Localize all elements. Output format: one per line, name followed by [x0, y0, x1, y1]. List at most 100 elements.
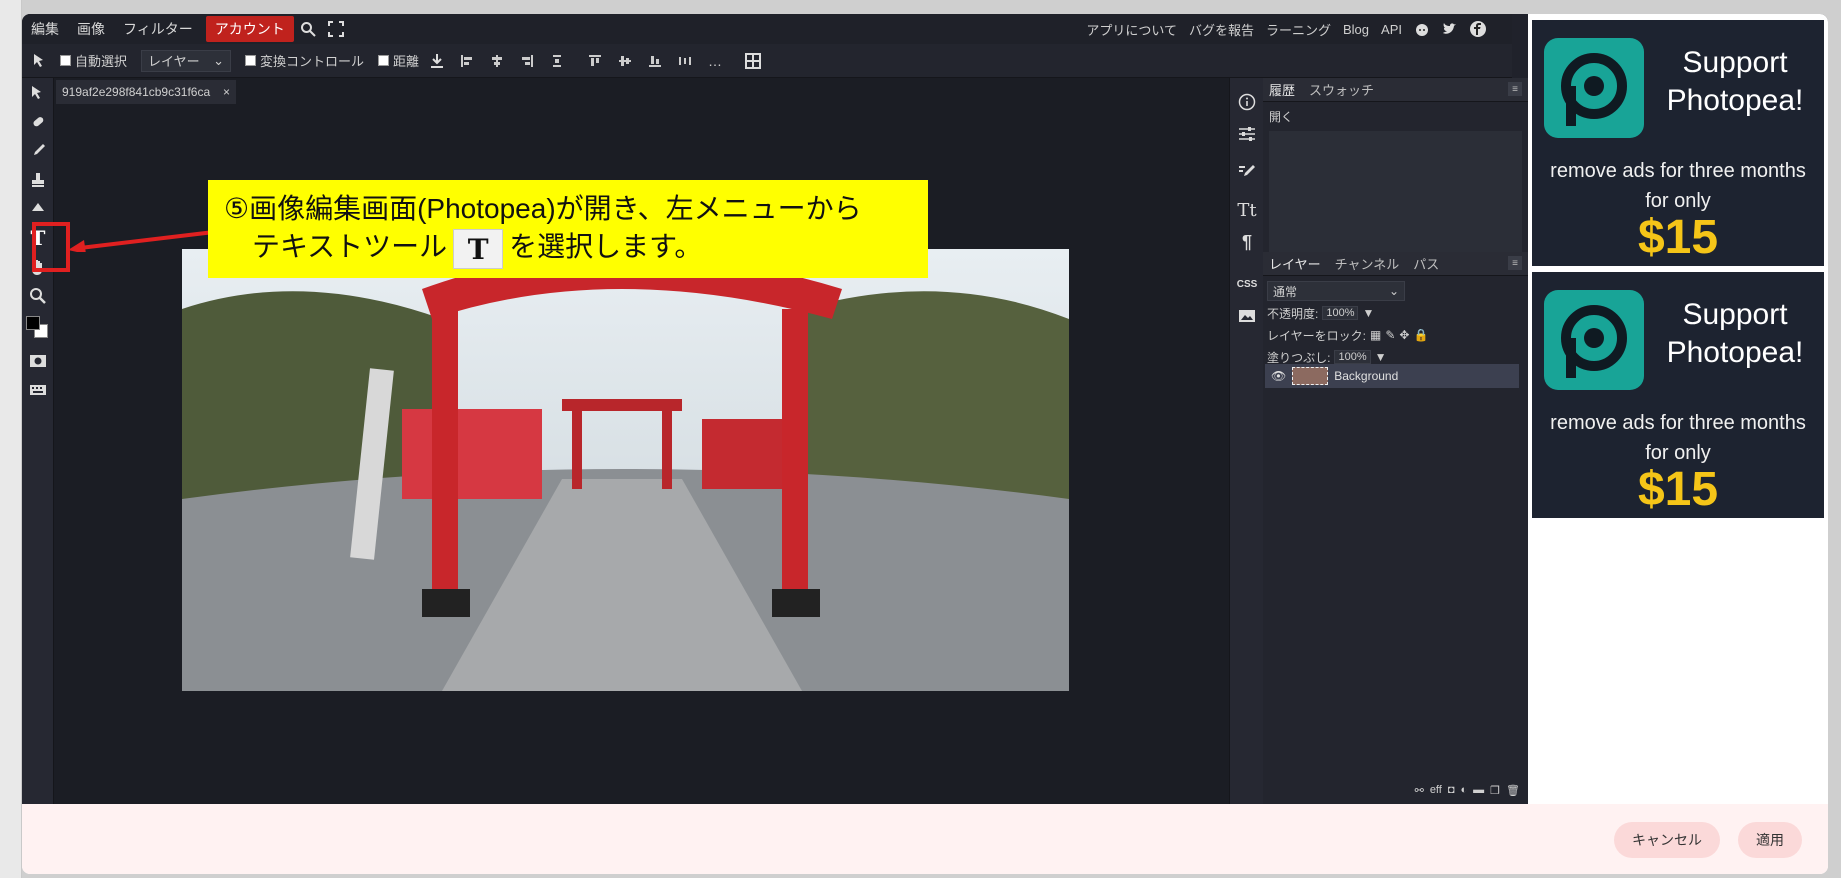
opacity-value[interactable]: 100%	[1322, 306, 1359, 320]
history-item-open[interactable]: 開く	[1269, 108, 1522, 125]
auto-select-checkbox[interactable]: 自動選択	[60, 51, 127, 70]
mask-icon[interactable]: ◘	[1448, 784, 1455, 796]
layer-thumbnail	[1292, 367, 1329, 385]
modal-footer	[22, 804, 1828, 874]
transform-controls-checkbox[interactable]: 変換コントロール	[245, 51, 364, 70]
menu-edit[interactable]: 編集	[22, 16, 68, 42]
ad-title: Support Photopea!	[1666, 298, 1804, 369]
lock-move-icon[interactable]: ✥	[1399, 328, 1409, 342]
menu-bar: 編集 画像 フィルター アカウント アプリについて バグを報告 ラーニング Bl…	[22, 14, 1512, 44]
menu-right-links: アプリについて バグを報告 ラーニング Blog API	[1080, 14, 1492, 44]
ad-banner[interactable]: Support Photopea! remove ads for three m…	[1532, 272, 1824, 518]
align-right-icon[interactable]	[515, 49, 539, 73]
tab-swatches[interactable]: スウォッチ	[1309, 80, 1374, 99]
link-api[interactable]: API	[1375, 16, 1408, 42]
zoom-tool-icon[interactable]	[22, 281, 54, 310]
ad-banner[interactable]: Support Photopea! remove ads for three m…	[1532, 20, 1824, 266]
tab-paths[interactable]: パス	[1413, 254, 1439, 273]
healing-brush-icon[interactable]	[22, 107, 54, 136]
character-icon[interactable]: Tt	[1230, 194, 1264, 226]
callout-line-2-before: テキストツール	[252, 231, 448, 262]
tool-options-bar: 自動選択 レイヤー ⌄ 変換コントロール 距離 …	[22, 44, 1512, 78]
close-tab-icon[interactable]: ×	[223, 85, 230, 99]
text-tool-chip-icon: T	[453, 228, 504, 269]
download-icon[interactable]	[425, 49, 449, 73]
fill-tool-icon[interactable]	[22, 194, 54, 223]
twitter-icon[interactable]	[1436, 16, 1464, 42]
history-list-area	[1269, 131, 1522, 259]
menu-image[interactable]: 画像	[68, 16, 114, 42]
left-toolbar: T	[22, 78, 54, 804]
info-icon[interactable]	[1230, 86, 1264, 118]
document-tab[interactable]: 919af2e298f841cb9c31f6ca ×	[56, 80, 236, 104]
distribute-horizontal-icon[interactable]	[673, 49, 697, 73]
eye-icon[interactable]: 👁	[1271, 369, 1286, 383]
tab-channels[interactable]: チャンネル	[1335, 254, 1400, 273]
link-learning[interactable]: ラーニング	[1260, 16, 1337, 42]
right-panels: 履歴 スウォッチ ≡ 開く レイヤー チャンネル パス ≡ 通常 ⌄ 不透明度: …	[1263, 78, 1528, 804]
menu-filter[interactable]: フィルター	[114, 16, 202, 42]
apply-button[interactable]: 適用	[1738, 822, 1802, 858]
effects-button[interactable]: eff	[1430, 784, 1442, 796]
layer-select-dropdown[interactable]: レイヤー ⌄	[141, 49, 232, 72]
history-menu-icon[interactable]: ≡	[1508, 82, 1522, 96]
align-top-icon[interactable]	[583, 49, 607, 73]
blend-mode-select[interactable]: 通常 ⌄	[1267, 281, 1405, 301]
ad-subtitle: remove ads for three months for only	[1550, 412, 1806, 464]
layer-list: 👁 Background	[1263, 364, 1521, 722]
distribute-icon[interactable]	[545, 49, 569, 73]
paragraph-icon[interactable]: ¶	[1230, 226, 1264, 258]
callout-line-2-after: を選択します。	[509, 231, 703, 262]
lock-paint-icon[interactable]: ✎	[1385, 328, 1395, 342]
search-icon[interactable]	[294, 16, 322, 42]
adjustment-layer-icon[interactable]: ◐	[1461, 784, 1468, 796]
align-center-icon[interactable]	[485, 49, 509, 73]
callout-arrow	[68, 230, 215, 252]
fill-value[interactable]: 100%	[1334, 350, 1371, 364]
link-layers-icon[interactable]: ⚯	[1415, 784, 1424, 797]
background-page-strip	[0, 0, 22, 878]
tab-history[interactable]: 履歴	[1269, 80, 1295, 99]
lock-transparency-icon[interactable]: ▦	[1370, 328, 1381, 342]
link-about[interactable]: アプリについて	[1080, 16, 1183, 42]
layers-menu-icon[interactable]: ≡	[1508, 256, 1522, 270]
layer-row-background[interactable]: 👁 Background	[1265, 364, 1519, 388]
distance-checkbox[interactable]: 距離	[378, 51, 419, 70]
lock-all-icon[interactable]: 🔒	[1413, 328, 1428, 342]
align-left-icon[interactable]	[455, 49, 479, 73]
color-swatches-icon[interactable]	[22, 310, 54, 346]
keyboard-icon[interactable]	[22, 375, 54, 404]
tab-layers[interactable]: レイヤー	[1269, 254, 1321, 273]
brush-tool-icon[interactable]	[22, 136, 54, 165]
history-panel-header: 履歴 スウォッチ ≡	[1263, 78, 1528, 102]
grid-icon[interactable]	[741, 49, 765, 73]
new-layer-icon[interactable]: ❐	[1490, 784, 1500, 797]
align-bottom-icon[interactable]	[643, 49, 667, 73]
adjustments-icon[interactable]	[1230, 118, 1264, 150]
quick-mask-icon[interactable]	[22, 346, 54, 375]
css-icon[interactable]: CSS	[1230, 268, 1264, 300]
trash-icon[interactable]: 🗑	[1506, 784, 1520, 797]
opacity-dropdown-icon[interactable]: ▼	[1362, 306, 1374, 320]
more-options-icon[interactable]: …	[703, 49, 727, 73]
brush-settings-icon[interactable]	[1230, 156, 1264, 188]
ad-subtitle: remove ads for three months for only	[1550, 160, 1806, 212]
fullscreen-icon[interactable]	[322, 16, 350, 42]
align-middle-icon[interactable]	[613, 49, 637, 73]
menu-account[interactable]: アカウント	[205, 16, 294, 42]
folder-icon[interactable]: ▬	[1473, 784, 1484, 796]
stamp-tool-icon[interactable]	[22, 165, 54, 194]
link-blog[interactable]: Blog	[1337, 16, 1375, 42]
image-icon[interactable]	[1230, 300, 1264, 332]
facebook-icon[interactable]	[1464, 16, 1492, 42]
document-tab-name: 919af2e298f841cb9c31f6ca	[62, 85, 211, 99]
move-tool-icon[interactable]	[22, 78, 54, 107]
cancel-button[interactable]: キャンセル	[1614, 822, 1720, 858]
reddit-icon[interactable]	[1408, 16, 1436, 42]
panorama-image[interactable]	[182, 249, 1069, 691]
history-panel: 開く	[1263, 102, 1528, 259]
fill-label: 塗りつぶし:	[1267, 350, 1331, 365]
layers-panel-header: レイヤー チャンネル パス ≡	[1263, 252, 1528, 276]
fill-dropdown-icon[interactable]: ▼	[1375, 350, 1387, 364]
link-report-bug[interactable]: バグを報告	[1183, 16, 1260, 42]
